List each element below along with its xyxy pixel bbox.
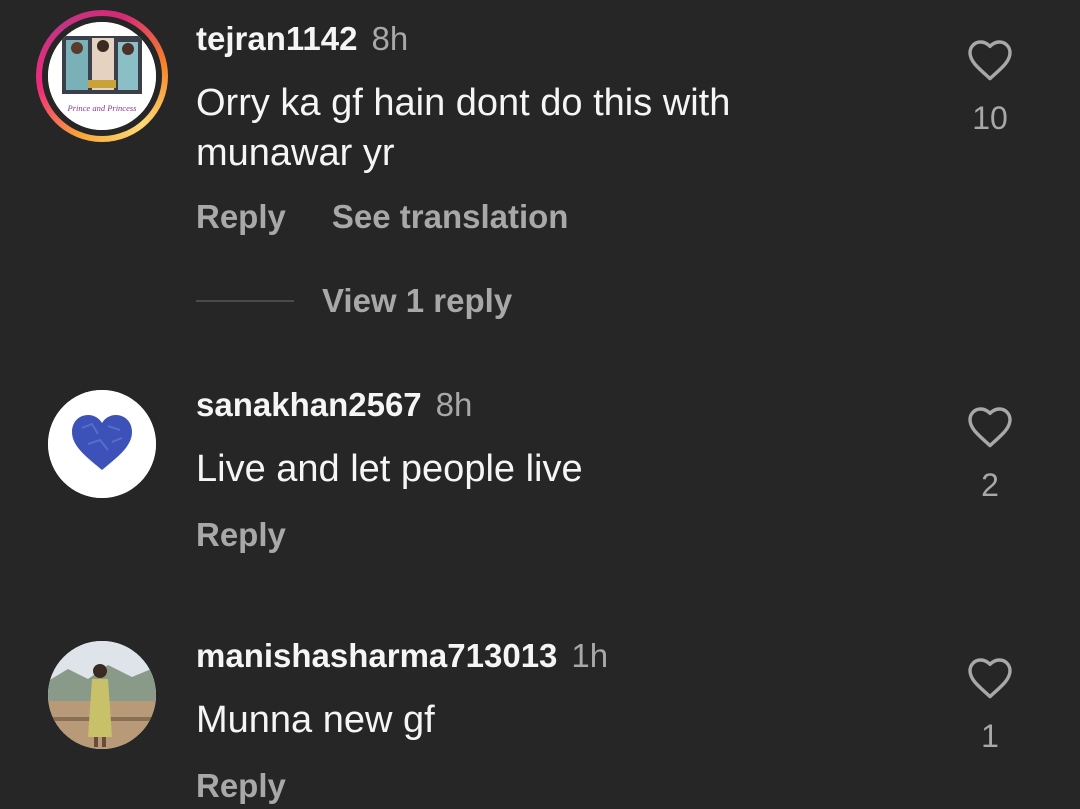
comment-actions: Reply (196, 516, 332, 554)
like-control: 2 (960, 405, 1020, 504)
comment-timestamp: 8h (371, 20, 409, 57)
avatar: Prince and Princess (48, 22, 156, 130)
username-link[interactable]: tejran1142 (196, 20, 357, 57)
username-link[interactable]: sanakhan2567 (196, 386, 422, 423)
story-ring-avatar[interactable]: Prince and Princess (36, 10, 168, 142)
comment-header: tejran1142 8h (196, 20, 408, 58)
comment-text: Orry ka gf hain dont do this with munawa… (196, 82, 731, 174)
avatar[interactable] (48, 390, 156, 498)
replies-divider-line (196, 300, 294, 302)
like-count: 2 (981, 467, 999, 503)
comment-timestamp: 1h (571, 637, 609, 674)
like-count: 1 (981, 718, 999, 754)
heart-outline-icon[interactable] (966, 656, 1014, 700)
blue-heart-icon (48, 390, 156, 498)
comment-text: Munna new gf (196, 699, 435, 741)
like-control: 10 (960, 38, 1020, 137)
avatar-caption-text: Prince and Princess (67, 103, 138, 113)
avatar-image (48, 641, 156, 749)
comment-header: sanakhan2567 8h (196, 386, 472, 424)
avatar-image: Prince and Princess (48, 22, 156, 130)
comment-actions: Reply (196, 767, 332, 805)
comment-header: manishasharma713013 1h (196, 637, 608, 675)
comment-item: Prince and Princess tejran1142 8h Orry ka… (0, 0, 1080, 340)
comment-timestamp: 8h (435, 386, 473, 423)
heart-outline-icon[interactable] (966, 38, 1014, 82)
username-link[interactable]: manishasharma713013 (196, 637, 557, 674)
avatar[interactable] (48, 641, 156, 749)
view-replies-button[interactable]: View 1 reply (196, 282, 512, 322)
see-translation-button[interactable]: See translation (332, 198, 569, 235)
reply-button[interactable]: Reply (196, 516, 286, 553)
comment-text: Live and let people live (196, 448, 583, 490)
comment-actions: Reply See translation (196, 198, 614, 236)
like-count: 10 (972, 100, 1008, 136)
reply-button[interactable]: Reply (196, 198, 286, 235)
avatar-ring-gap: Prince and Princess (42, 16, 162, 136)
like-control: 1 (960, 656, 1020, 755)
view-replies-label: View 1 reply (322, 282, 513, 319)
reply-button[interactable]: Reply (196, 767, 286, 804)
heart-outline-icon[interactable] (966, 405, 1014, 449)
